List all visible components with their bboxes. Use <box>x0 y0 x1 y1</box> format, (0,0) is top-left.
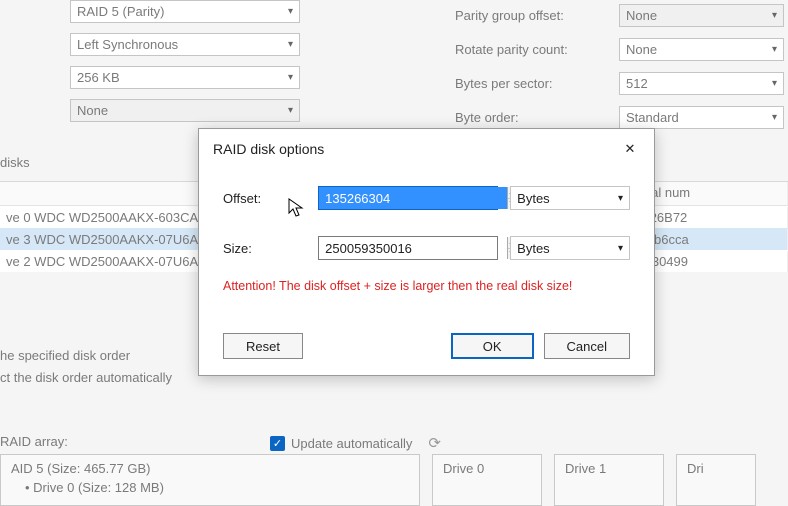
offset-unit-select[interactable]: Bytes▾ <box>510 186 630 210</box>
cancel-button[interactable]: Cancel <box>544 333 630 359</box>
extra-select: None▾ <box>70 99 300 122</box>
chevron-down-icon: ▾ <box>288 105 293 116</box>
raid-disk-options-dialog: RAID disk options ✕ Offset: ▲ ▼ Bytes▾ S… <box>198 128 655 376</box>
offset-input[interactable] <box>319 187 507 209</box>
drive0-panel: Drive 0 <box>432 454 542 506</box>
stripe-size-select[interactable]: 256 KB▾ <box>70 66 300 89</box>
radio-auto-order[interactable]: ct the disk order automatically <box>0 367 172 389</box>
parity-offset-select: None▾ <box>619 4 784 27</box>
raid-type-select[interactable]: RAID 5 (Parity)▾ <box>70 0 300 23</box>
chevron-down-icon: ▾ <box>618 243 623 254</box>
byte-order-select[interactable]: Standard▾ <box>619 106 784 129</box>
warning-text: Attention! The disk offset + size is lar… <box>223 279 630 293</box>
offset-label: Offset: <box>223 191 318 206</box>
byte-order-label: Byte order: <box>455 110 605 125</box>
rotate-parity-select[interactable]: None▾ <box>619 38 784 61</box>
size-input-wrap: ▲ ▼ <box>318 236 498 260</box>
close-button[interactable]: ✕ <box>616 137 644 161</box>
size-unit-select[interactable]: Bytes▾ <box>510 236 630 260</box>
raid-array-label: RAID array: <box>0 434 68 449</box>
update-auto-checkbox[interactable]: ✓ <box>270 436 285 451</box>
chevron-down-icon: ▾ <box>288 39 293 50</box>
rotate-parity-label: Rotate parity count: <box>455 42 605 57</box>
disks-label: disks <box>0 155 30 170</box>
chevron-down-icon: ▾ <box>288 72 293 83</box>
size-label: Size: <box>223 241 318 256</box>
ok-button[interactable]: OK <box>451 333 534 359</box>
refresh-icon[interactable]: ⟳ <box>428 434 441 452</box>
dialog-title: RAID disk options <box>213 141 324 157</box>
size-input[interactable] <box>319 237 507 259</box>
close-icon: ✕ <box>625 141 636 157</box>
drive2-panel: Dri <box>676 454 756 506</box>
layout-select[interactable]: Left Synchronous▾ <box>70 33 300 56</box>
bytes-sector-select[interactable]: 512▾ <box>619 72 784 95</box>
bytes-sector-label: Bytes per sector: <box>455 76 605 91</box>
chevron-down-icon: ▾ <box>288 6 293 17</box>
reset-button[interactable]: Reset <box>223 333 303 359</box>
raid-summary-panel: AID 5 (Size: 465.77 GB) • Drive 0 (Size:… <box>0 454 420 506</box>
offset-input-wrap: ▲ ▼ <box>318 186 498 210</box>
chevron-down-icon: ▾ <box>618 193 623 204</box>
update-auto-label: Update automatically <box>291 436 412 451</box>
parity-offset-label: Parity group offset: <box>455 8 605 23</box>
radio-specified-order[interactable]: he specified disk order <box>0 345 172 367</box>
drive1-panel: Drive 1 <box>554 454 664 506</box>
